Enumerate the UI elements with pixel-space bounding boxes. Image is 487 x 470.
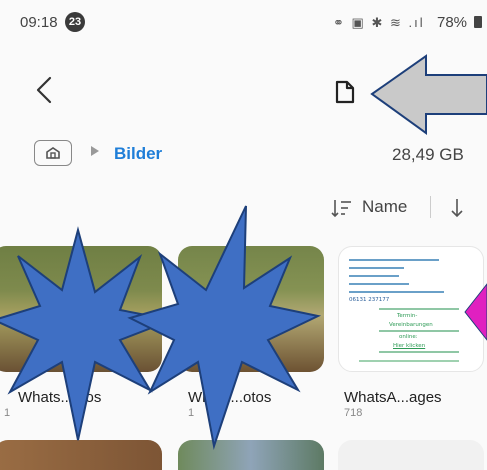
back-button[interactable]	[30, 72, 60, 108]
link-icon: ⚭	[333, 15, 346, 30]
album-thumbnail-whatsapp-photos-1[interactable]	[0, 246, 162, 372]
album-name-1: Whats...otos	[18, 389, 102, 406]
album-thumbnail-6[interactable]	[338, 440, 484, 470]
notification-count-badge: 23	[65, 12, 85, 32]
gray-arrow-annotation	[370, 54, 487, 135]
home-breadcrumb-button[interactable]	[34, 140, 72, 166]
signal-icon: .ıl	[408, 15, 425, 30]
document-line-4: Hier klicken	[393, 343, 426, 349]
album-count-1: 1	[4, 407, 11, 419]
breadcrumb-folder-bilder[interactable]: Bilder	[114, 144, 162, 164]
album-name-3: WhatsA...ages	[344, 389, 442, 406]
status-time: 09:18	[20, 14, 58, 31]
document-line-2: Vereinbarungen	[389, 322, 433, 328]
back-arrow-icon	[36, 76, 52, 104]
breadcrumb-separator-icon	[91, 146, 99, 156]
document-line-3: online:	[399, 334, 418, 340]
sort-order-icon[interactable]	[331, 197, 353, 219]
album-count-3: 718	[344, 407, 363, 419]
album-name-2: Whats...otos	[188, 389, 272, 406]
sort-by-name-button[interactable]: Name	[362, 197, 407, 217]
document-icon-button[interactable]	[333, 79, 357, 105]
document-line-1: Termin-	[397, 313, 418, 319]
album-thumbnail-4[interactable]	[0, 440, 162, 470]
home-icon	[46, 147, 60, 159]
sort-direction-icon[interactable]	[450, 196, 464, 220]
album-thumbnail-whatsapp-photos-2[interactable]	[178, 246, 324, 372]
status-icons: ⚭ ▣ ✱ ≋ .ıl	[333, 15, 425, 31]
sort-divider	[430, 196, 431, 218]
document-phone-text: 06131 237177	[349, 297, 390, 303]
lock-icon: ▣	[351, 15, 366, 30]
album-count-2: 1	[188, 407, 195, 419]
storage-size: 28,49 GB	[392, 145, 464, 164]
album-thumbnail-5[interactable]	[178, 440, 324, 470]
bluetooth-icon: ✱	[371, 15, 385, 30]
document-icon	[335, 80, 355, 104]
wifi-icon: ≋	[389, 15, 403, 30]
battery-percentage: 78%	[437, 14, 468, 31]
album-thumbnail-whatsapp-images[interactable]: 06131 237177 Termin- Vereinbarungen onli…	[338, 246, 484, 372]
battery-icon	[474, 16, 482, 28]
